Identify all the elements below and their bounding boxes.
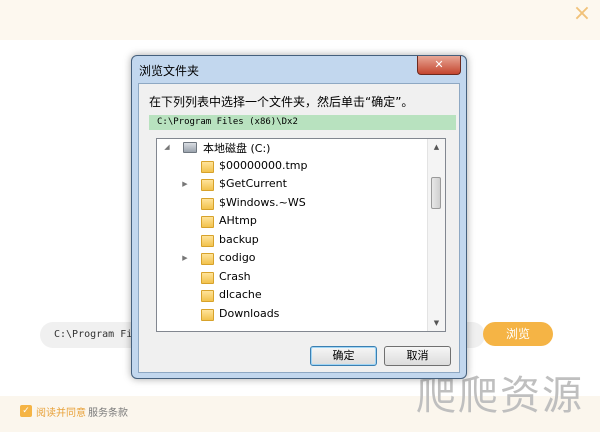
scroll-thumb[interactable] <box>431 177 441 209</box>
folder-tree[interactable]: ◢ 本地磁盘 (C:) $00000000.tmp ▶ $GetCurrent $Wind… <box>156 138 446 332</box>
tree-item-folder[interactable]: Downloads <box>157 306 429 325</box>
scroll-up-icon[interactable]: ▲ <box>428 139 445 155</box>
tree-item-label: AHtmp <box>219 214 257 227</box>
folder-icon <box>201 216 214 228</box>
dialog-close-button[interactable]: ✕ <box>417 56 461 75</box>
tree-item-label: $00000000.tmp <box>219 158 308 172</box>
installer-close-icon[interactable]: × <box>572 3 592 25</box>
tree-item-folder[interactable]: $Windows.~WS <box>157 195 429 214</box>
expand-arrow-icon[interactable]: ▶ <box>181 254 189 262</box>
tree-item-label: Downloads <box>219 306 280 320</box>
tree-scrollbar[interactable]: ▲ ▼ <box>427 139 445 331</box>
tree-item-folder[interactable]: ▶ codigo <box>157 250 429 269</box>
collapse-arrow-icon[interactable]: ◢ <box>163 143 171 151</box>
agree-checkbox[interactable]: ✓ <box>20 405 32 417</box>
folder-icon <box>201 253 214 265</box>
selected-path: C:\Program Files (x86)\Dx2 <box>149 115 456 130</box>
dialog-body: 在下列列表中选择一个文件夹，然后单击“确定”。 C:\Program Files… <box>138 83 460 373</box>
installer-header <box>0 0 600 40</box>
terms-link[interactable]: 服务条款 <box>88 408 128 419</box>
folder-icon <box>201 234 214 247</box>
ok-button[interactable]: 确定 <box>310 346 377 366</box>
tree-item-label: backup <box>219 232 259 246</box>
scroll-down-icon[interactable]: ▼ <box>428 315 445 331</box>
tree-item-label: 本地磁盘 (C:) <box>203 142 271 155</box>
folder-icon <box>201 179 214 191</box>
folder-icon <box>201 271 214 284</box>
tree-item-label: $GetCurrent <box>219 177 287 190</box>
tree-item-label: Crash <box>219 269 251 283</box>
tree-item-folder[interactable]: $00000000.tmp <box>157 158 429 177</box>
tree-item-label: dlcache <box>219 288 262 301</box>
browse-folder-dialog: 浏览文件夹 ✕ 在下列列表中选择一个文件夹，然后单击“确定”。 C:\Progr… <box>131 55 467 379</box>
cancel-button[interactable]: 取消 <box>384 346 451 366</box>
expand-arrow-icon[interactable]: ▶ <box>181 180 189 188</box>
folder-icon <box>201 160 214 173</box>
folder-icon <box>201 308 214 321</box>
tree-item-folder[interactable]: AHtmp <box>157 213 429 232</box>
folder-icon <box>201 197 214 210</box>
agree-label: 阅读并同意 <box>36 408 86 419</box>
dialog-title: 浏览文件夹 <box>139 64 200 78</box>
dialog-instruction: 在下列列表中选择一个文件夹，然后单击“确定”。 <box>149 95 414 109</box>
tree-item-folder[interactable]: backup <box>157 232 429 251</box>
tree-item-drive[interactable]: ◢ 本地磁盘 (C:) <box>157 139 429 158</box>
browse-button[interactable]: 浏览 <box>483 322 553 346</box>
watermark-text: 爬爬资源 <box>416 373 584 419</box>
tree-item-label: $Windows.~WS <box>219 195 306 209</box>
tree-item-folder[interactable]: Crash <box>157 269 429 288</box>
folder-tree-list: ◢ 本地磁盘 (C:) $00000000.tmp ▶ $GetCurrent $Wind… <box>157 139 429 324</box>
agree-text: 阅读并同意 服务条款 <box>36 404 128 419</box>
tree-item-folder[interactable]: ▶ $GetCurrent <box>157 176 429 195</box>
folder-icon <box>201 290 214 302</box>
tree-item-folder[interactable]: dlcache <box>157 287 429 306</box>
drive-icon <box>183 142 197 153</box>
tree-item-label: codigo <box>219 251 256 264</box>
